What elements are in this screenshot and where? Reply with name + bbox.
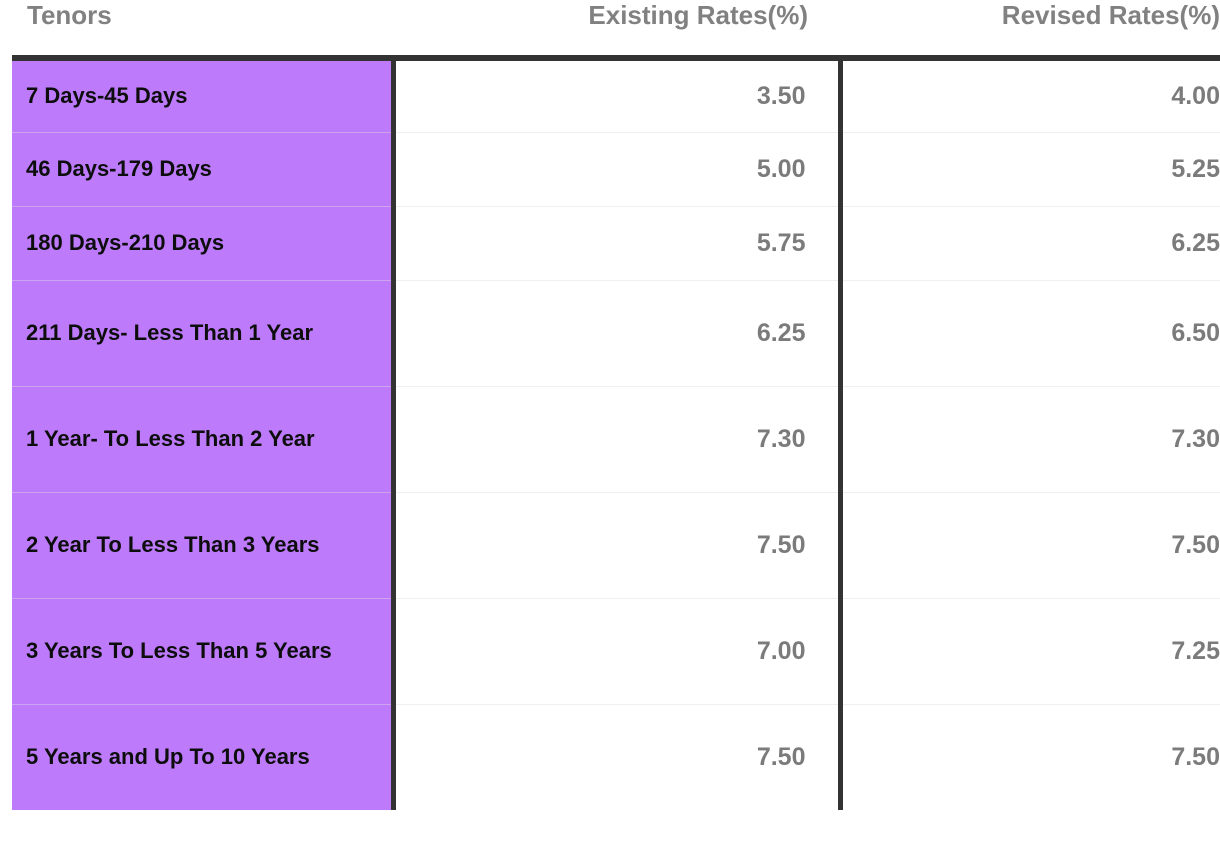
cell-revised-rate: 4.00 xyxy=(840,58,1220,133)
cell-revised-rate: 7.30 xyxy=(840,386,1220,493)
table-row: 180 Days-210 Days 5.75 6.25 xyxy=(12,206,1220,281)
cell-tenor: 5 Years and Up To 10 Years xyxy=(12,704,396,810)
table-header: Tenors Existing Rates(%) Revised Rates(%… xyxy=(12,0,1220,58)
column-header-tenors: Tenors xyxy=(12,0,393,58)
table-row: 211 Days- Less Than 1 Year 6.25 6.50 xyxy=(12,280,1220,387)
cell-revised-rate: 6.25 xyxy=(840,206,1220,281)
cell-tenor: 1 Year- To Less Than 2 Year xyxy=(12,386,396,493)
cell-tenor: 211 Days- Less Than 1 Year xyxy=(12,280,396,387)
cell-existing-rate: 3.50 xyxy=(393,58,843,133)
cell-existing-rate: 7.50 xyxy=(393,492,843,599)
cell-existing-rate: 5.00 xyxy=(393,132,843,207)
cell-existing-rate: 7.30 xyxy=(393,386,843,493)
cell-revised-rate: 7.50 xyxy=(840,704,1220,810)
page-root: Tenors Existing Rates(%) Revised Rates(%… xyxy=(0,0,1220,862)
cell-existing-rate: 7.50 xyxy=(393,704,843,810)
table-body: 7 Days-45 Days 3.50 4.00 46 Days-179 Day… xyxy=(12,58,1220,810)
cell-tenor: 2 Year To Less Than 3 Years xyxy=(12,492,396,599)
cell-revised-rate: 5.25 xyxy=(840,132,1220,207)
cell-revised-rate: 7.25 xyxy=(840,598,1220,705)
table-row: 46 Days-179 Days 5.00 5.25 xyxy=(12,132,1220,207)
cell-revised-rate: 6.50 xyxy=(840,280,1220,387)
cell-tenor: 46 Days-179 Days xyxy=(12,132,396,207)
cell-tenor: 180 Days-210 Days xyxy=(12,206,396,281)
table-row: 1 Year- To Less Than 2 Year 7.30 7.30 xyxy=(12,386,1220,493)
cell-tenor: 7 Days-45 Days xyxy=(12,58,396,133)
table-row: 3 Years To Less Than 5 Years 7.00 7.25 xyxy=(12,598,1220,705)
cell-tenor: 3 Years To Less Than 5 Years xyxy=(12,598,396,705)
header-row: Tenors Existing Rates(%) Revised Rates(%… xyxy=(12,0,1220,58)
column-header-revised-rates: Revised Rates(%) xyxy=(840,0,1220,58)
cell-existing-rate: 5.75 xyxy=(393,206,843,281)
interest-rate-table: Tenors Existing Rates(%) Revised Rates(%… xyxy=(12,0,1220,810)
cell-existing-rate: 7.00 xyxy=(393,598,843,705)
cell-revised-rate: 7.50 xyxy=(840,492,1220,599)
table-row: 2 Year To Less Than 3 Years 7.50 7.50 xyxy=(12,492,1220,599)
cell-existing-rate: 6.25 xyxy=(393,280,843,387)
table-row: 7 Days-45 Days 3.50 4.00 xyxy=(12,58,1220,133)
table-row: 5 Years and Up To 10 Years 7.50 7.50 xyxy=(12,704,1220,810)
column-header-existing-rates: Existing Rates(%) xyxy=(393,0,840,58)
